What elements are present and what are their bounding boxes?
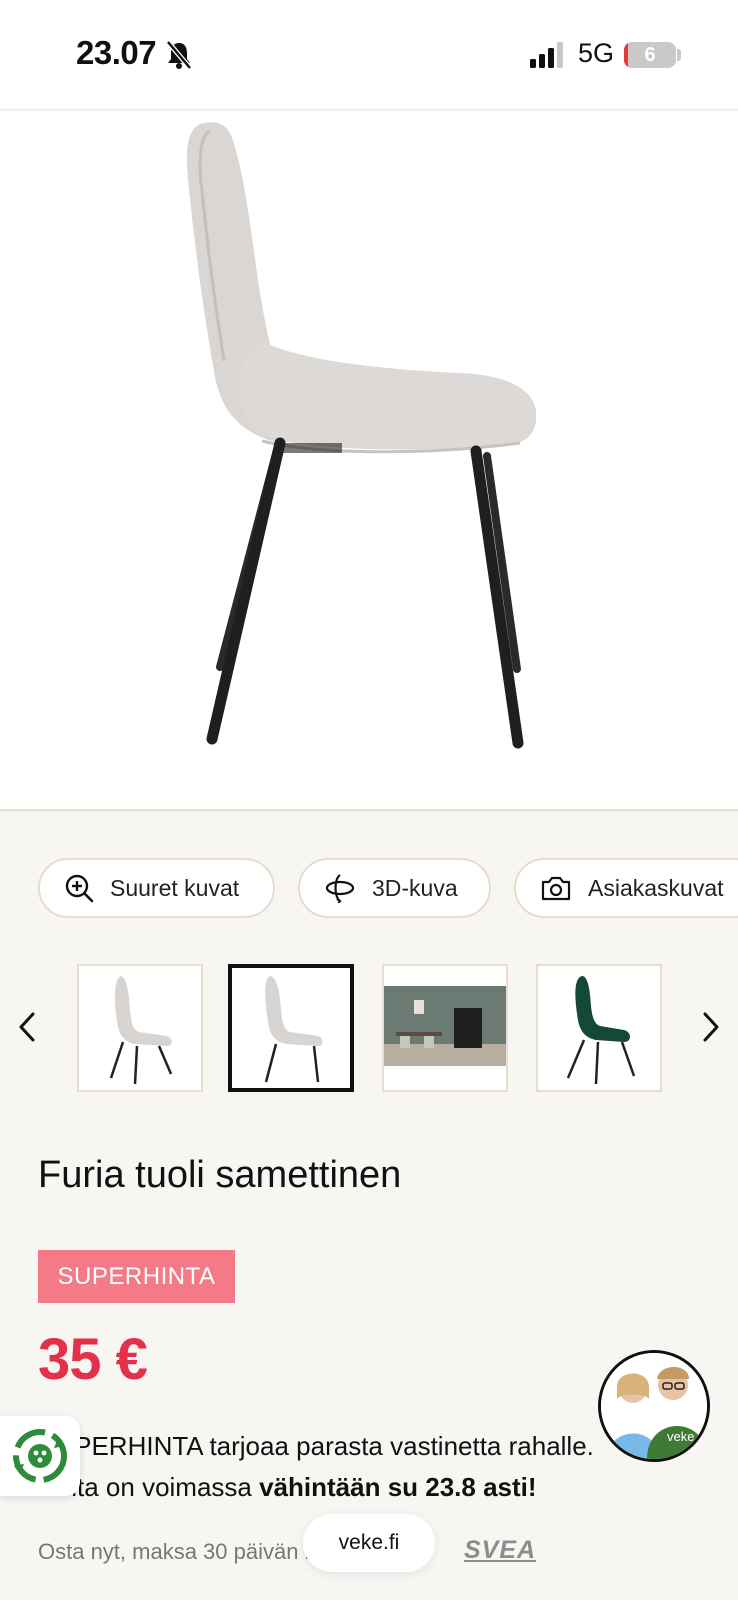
status-bar: 23.07 5G 6 bbox=[0, 0, 738, 110]
avatar-shirt-text: veke bbox=[667, 1429, 694, 1444]
battery-tip bbox=[677, 49, 681, 61]
network-type: 5G bbox=[578, 38, 615, 68]
promo-line-2: Hinta on voimassa vähintään su 23.8 asti… bbox=[38, 1467, 594, 1508]
product-price: 35 € bbox=[38, 1327, 148, 1392]
gallery-actions: Suuret kuvat 3D-kuva Asiakaskuvat bbox=[0, 858, 738, 918]
chevron-right-icon[interactable] bbox=[701, 1010, 721, 1044]
large-images-button[interactable]: Suuret kuvat bbox=[38, 858, 275, 918]
svea-logo[interactable]: SVEA bbox=[464, 1536, 536, 1565]
product-title: Furia tuoli samettinen bbox=[38, 1154, 402, 1196]
battery-level: 6 bbox=[644, 44, 656, 66]
chair-thumbnail-image bbox=[109, 976, 173, 1085]
customer-images-button[interactable]: Asiakaskuvat bbox=[514, 858, 738, 918]
browser-url-bar[interactable]: veke.fi bbox=[303, 1514, 435, 1572]
view-3d-label: 3D-kuva bbox=[372, 874, 458, 901]
superhinta-badge: SUPERHINTA bbox=[38, 1250, 235, 1303]
camera-icon bbox=[541, 876, 571, 901]
chair-side-image bbox=[186, 122, 537, 749]
rotate-3d-icon bbox=[325, 874, 355, 903]
clock: 23.07 bbox=[76, 34, 157, 71]
chevron-left-icon[interactable] bbox=[17, 1010, 37, 1044]
thumbnail-3[interactable] bbox=[382, 964, 508, 1092]
eco-widget-button[interactable] bbox=[0, 1416, 80, 1496]
thumbnail-2-selected[interactable] bbox=[228, 964, 354, 1092]
promo-text: SUPERHINTA tarjoaa parasta vastinetta ra… bbox=[38, 1426, 594, 1508]
promo-valid-until: vähintään su 23.8 asti! bbox=[259, 1472, 537, 1502]
view-3d-button[interactable]: 3D-kuva bbox=[298, 858, 491, 918]
zoom-in-icon bbox=[65, 874, 94, 903]
product-main-image[interactable] bbox=[0, 111, 738, 811]
thumbnail-4[interactable] bbox=[536, 964, 662, 1092]
promo-line-1: SUPERHINTA tarjoaa parasta vastinetta ra… bbox=[38, 1431, 594, 1461]
recycle-icon bbox=[13, 1429, 67, 1483]
dining-room-thumbnail-image bbox=[384, 986, 506, 1066]
customer-service-chat-button[interactable]: veke bbox=[598, 1350, 710, 1462]
large-images-label: Suuret kuvat bbox=[110, 874, 240, 901]
support-staff-avatar-image: veke bbox=[601, 1353, 707, 1459]
signal-icon bbox=[530, 42, 563, 68]
customer-images-label: Asiakaskuvat bbox=[588, 874, 724, 901]
bell-muted-icon bbox=[166, 40, 192, 70]
chair-side-thumbnail-image bbox=[264, 976, 323, 1083]
thumbnail-1[interactable] bbox=[77, 964, 203, 1092]
battery-icon: 6 bbox=[624, 42, 676, 68]
green-chair-thumbnail-image bbox=[566, 976, 636, 1085]
